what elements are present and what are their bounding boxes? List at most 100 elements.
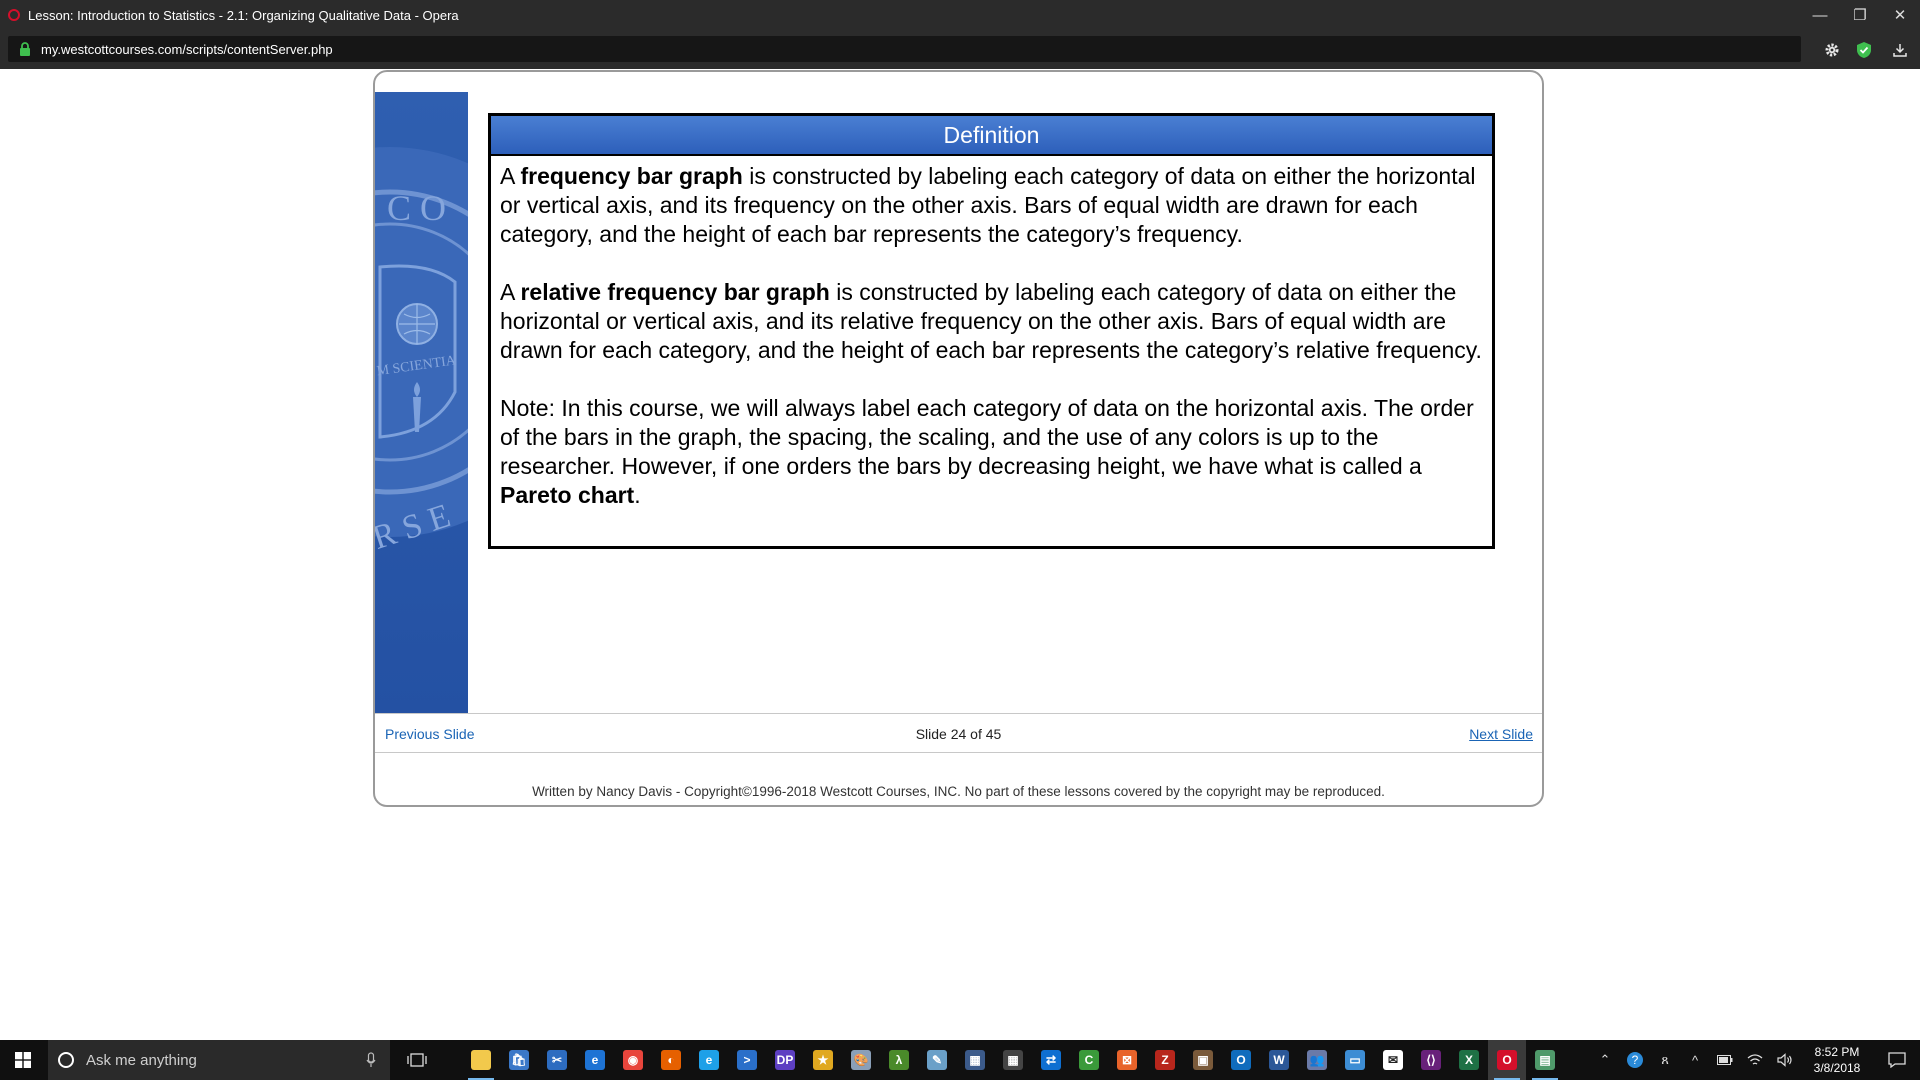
pareto-chart-note: Note: In this course, we will always lab… xyxy=(500,395,1474,508)
taskbar-app-visual-studio[interactable]: ⟨⟩ xyxy=(1412,1040,1450,1080)
taskbar-app-snipping-tool[interactable]: ✂ xyxy=(538,1040,576,1080)
cortana-search-box[interactable]: Ask me anything xyxy=(48,1040,390,1080)
calculator-icon: ▦ xyxy=(1003,1050,1023,1070)
taskbar-app-lambda-app[interactable]: λ xyxy=(880,1040,918,1080)
taskbar-app-chrome[interactable]: ◉ xyxy=(614,1040,652,1080)
taskbar-app-star-app[interactable]: ★ xyxy=(804,1040,842,1080)
window-title-bar: Lesson: Introduction to Statistics - 2.1… xyxy=(0,0,1920,30)
taskbar-app-teamviewer[interactable]: ⇄ xyxy=(1032,1040,1070,1080)
definition-box: Definition A frequency bar graph is cons… xyxy=(488,113,1495,549)
firefox-icon: ◐ xyxy=(661,1050,681,1070)
seal-letters-top: C O xyxy=(387,188,446,228)
close-button[interactable]: ✕ xyxy=(1880,0,1920,30)
edge-icon: e xyxy=(585,1050,605,1070)
course-seal-banner: C O M SCIENTIA R S E xyxy=(375,92,468,713)
microphone-icon[interactable] xyxy=(366,1052,376,1068)
powershell-icon: > xyxy=(737,1050,757,1070)
taskbar-app-camtasia[interactable]: C xyxy=(1070,1040,1108,1080)
taskbar-clock[interactable]: 8:52 PM 3/8/2018 xyxy=(1800,1044,1874,1076)
frequency-bar-graph-definition: A frequency bar graph is constructed by … xyxy=(500,163,1476,247)
slide-navigation: Previous Slide Slide 24 of 45 Next Slide xyxy=(375,713,1542,753)
taskbar-app-remote-desktop[interactable]: ▭ xyxy=(1336,1040,1374,1080)
task-view-icon xyxy=(407,1053,427,1067)
notes-app-icon: ✎ xyxy=(927,1050,947,1070)
visual-studio-icon: ⟨⟩ xyxy=(1421,1050,1441,1070)
action-center-button[interactable] xyxy=(1874,1040,1920,1080)
taskbar-app-filezilla[interactable]: Z xyxy=(1146,1040,1184,1080)
chrome-icon: ◉ xyxy=(623,1050,643,1070)
wifi-icon[interactable] xyxy=(1740,1040,1770,1080)
taskbar-app-notes-app[interactable]: ✎ xyxy=(918,1040,956,1080)
taskbar: Ask me anything 🛍 ✂ e ◉ ◐ e > DP ★ 🎨 λ ✎ ▦ ▦ ⇄ C ⊠ Z ▣ O W 👥 ▭… xyxy=(0,1040,1920,1080)
taskbar-app-network-app[interactable]: ▦ xyxy=(956,1040,994,1080)
wifi-signal-icon xyxy=(1747,1054,1763,1065)
opera-logo-icon xyxy=(8,9,20,21)
start-button[interactable] xyxy=(0,1040,46,1080)
file-explorer-icon xyxy=(471,1050,491,1070)
paint-icon: 🎨 xyxy=(851,1050,871,1070)
help-circle-icon: ? xyxy=(1627,1052,1643,1068)
show-hidden-icons-chevron-icon[interactable]: ⌃ xyxy=(1590,1040,1620,1080)
vpn-shield-button[interactable] xyxy=(1848,30,1880,69)
taskbar-app-control-panel[interactable]: ▤ xyxy=(1526,1040,1564,1080)
help-icon[interactable]: ? xyxy=(1620,1040,1650,1080)
taskbar-app-internet-explorer[interactable]: e xyxy=(690,1040,728,1080)
copyright-notice: Written by Nancy Davis - Copyright©1996-… xyxy=(532,784,1385,799)
filezilla-icon: Z xyxy=(1155,1050,1175,1070)
battery-icon[interactable] xyxy=(1710,1040,1740,1080)
taskbar-app-calculator[interactable]: ▦ xyxy=(994,1040,1032,1080)
excel-icon: X xyxy=(1459,1050,1479,1070)
taskbar-app-edge[interactable]: e xyxy=(576,1040,614,1080)
mail-icon: ✉ xyxy=(1383,1050,1403,1070)
next-slide-link[interactable]: Next Slide xyxy=(1469,726,1533,742)
taskbar-app-excel[interactable]: X xyxy=(1450,1040,1488,1080)
people-icon[interactable]: ጸ xyxy=(1650,1040,1680,1080)
notification-icon xyxy=(1888,1052,1906,1068)
taskbar-app-powershell[interactable]: > xyxy=(728,1040,766,1080)
lambda-app-icon: λ xyxy=(889,1050,909,1070)
settings-button[interactable] xyxy=(1816,30,1848,69)
lesson-frame: C O M SCIENTIA R S E Definition A freque… xyxy=(373,70,1544,807)
caret-up-icon[interactable]: ^ xyxy=(1680,1040,1710,1080)
taskbar-app-outlook[interactable]: O xyxy=(1222,1040,1260,1080)
network-app-icon: ▦ xyxy=(965,1050,985,1070)
url-field[interactable]: my.westcottcourses.com/scripts/contentSe… xyxy=(8,36,1801,62)
control-panel-icon: ▤ xyxy=(1535,1050,1555,1070)
taskbar-app-paint[interactable]: 🎨 xyxy=(842,1040,880,1080)
volume-icon[interactable] xyxy=(1770,1040,1800,1080)
windows-logo-icon xyxy=(15,1052,31,1068)
clock-date: 3/8/2018 xyxy=(1813,1061,1861,1075)
taskbar-app-store[interactable]: 🛍 xyxy=(500,1040,538,1080)
westcott-seal-watermark: C O M SCIENTIA R S E xyxy=(375,147,468,557)
close-icon: ✕ xyxy=(1893,7,1907,24)
star-app-icon: ★ xyxy=(813,1050,833,1070)
minimize-button[interactable]: — xyxy=(1800,0,1840,30)
url-text: my.westcottcourses.com/scripts/contentSe… xyxy=(41,41,333,57)
taskbar-app-firefox[interactable]: ◐ xyxy=(652,1040,690,1080)
taskbar-app-users-app[interactable]: 👥 xyxy=(1298,1040,1336,1080)
restore-button[interactable]: ❐ xyxy=(1840,0,1880,30)
restore-icon: ❐ xyxy=(1853,7,1867,24)
taskbar-app-screen-recorder[interactable]: ▣ xyxy=(1184,1040,1222,1080)
taskbar-app-orange-app[interactable]: ⊠ xyxy=(1108,1040,1146,1080)
taskbar-app-mail[interactable]: ✉ xyxy=(1374,1040,1412,1080)
clock-time: 8:52 PM xyxy=(1814,1045,1860,1059)
opera-icon: O xyxy=(1497,1050,1517,1070)
lock-icon xyxy=(20,42,30,56)
pinned-apps: 🛍 ✂ e ◉ ◐ e > DP ★ 🎨 λ ✎ ▦ ▦ ⇄ C ⊠ Z ▣ O W 👥 ▭ ✉ ⟨⟩ X O ▤ xyxy=(462,1040,1564,1080)
taskbar-app-word[interactable]: W xyxy=(1260,1040,1298,1080)
remote-desktop-icon: ▭ xyxy=(1345,1050,1365,1070)
definition-body: A frequency bar graph is constructed by … xyxy=(491,156,1492,510)
battery-shape-icon xyxy=(1717,1055,1733,1065)
taskbar-app-opera[interactable]: O xyxy=(1488,1040,1526,1080)
speaker-icon xyxy=(1777,1053,1792,1067)
store-icon: 🛍 xyxy=(509,1050,529,1070)
taskbar-app-dp[interactable]: DP xyxy=(766,1040,804,1080)
downloads-button[interactable] xyxy=(1880,30,1920,69)
dp-icon: DP xyxy=(775,1050,795,1070)
outlook-icon: O xyxy=(1231,1050,1251,1070)
teamviewer-icon: ⇄ xyxy=(1041,1050,1061,1070)
taskbar-app-file-explorer[interactable] xyxy=(462,1040,500,1080)
word-icon: W xyxy=(1269,1050,1289,1070)
task-view-button[interactable] xyxy=(400,1040,434,1080)
